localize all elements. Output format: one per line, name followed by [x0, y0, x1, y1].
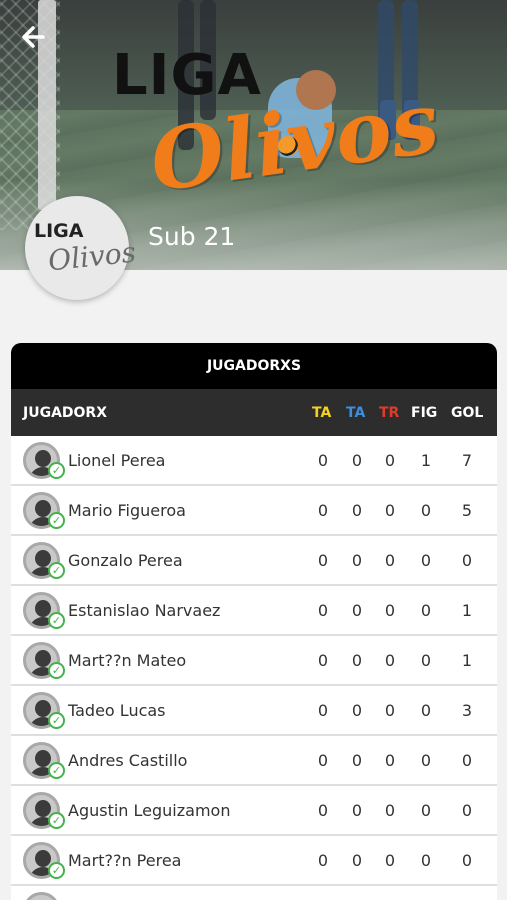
stat-value: 0 — [420, 501, 432, 520]
stat-value: 0 — [461, 851, 473, 870]
table-row[interactable]: ✓ Mart??n Perea 0 0 0 0 0 — [11, 836, 497, 886]
stat-value: 0 — [351, 501, 363, 520]
player-name: Gonzalo Perea — [68, 551, 183, 570]
stat-value: 0 — [384, 601, 396, 620]
player-name: Tadeo Lucas — [68, 701, 166, 720]
stat-value: 0 — [351, 601, 363, 620]
stat-value: 0 — [384, 701, 396, 720]
players-table: JUGADORXS JUGADORX TA TA TR FIG GOL ✓ Lio… — [11, 343, 497, 900]
avatar — [23, 892, 60, 900]
stat-value: 0 — [317, 851, 329, 870]
table-title: JUGADORXS — [11, 343, 497, 389]
stat-value: 0 — [351, 451, 363, 470]
stat-value: 0 — [384, 451, 396, 470]
stat-value: 0 — [384, 751, 396, 770]
stat-value: 0 — [351, 551, 363, 570]
table-row[interactable]: ✓ Andres Castillo 0 0 0 0 0 — [11, 736, 497, 786]
stat-value: 0 — [420, 801, 432, 820]
table-row[interactable]: ✓ Mart??n Mateo 0 0 0 0 1 — [11, 636, 497, 686]
stat-value: 0 — [384, 551, 396, 570]
check-icon: ✓ — [48, 712, 65, 729]
stat-value: 0 — [420, 551, 432, 570]
col-goals: GOL — [451, 405, 484, 421]
check-icon: ✓ — [48, 662, 65, 679]
stat-value: 1 — [461, 651, 473, 670]
stat-value: 0 — [317, 751, 329, 770]
check-icon: ✓ — [48, 862, 65, 879]
player-name: Mart??n Mateo — [68, 651, 187, 670]
table-row[interactable]: ✓ Gonzalo Perea 0 0 0 0 0 — [11, 536, 497, 586]
player-name: Lionel Perea — [68, 451, 166, 470]
stat-value: 0 — [420, 601, 432, 620]
stat-value: 0 — [317, 551, 329, 570]
stat-value: 1 — [461, 601, 473, 620]
stat-value: 0 — [351, 751, 363, 770]
table-body: ✓ Lionel Perea 0 0 0 1 7 ✓ Mario Figueroa 0 0 0 0 5 ✓ G… — [11, 436, 497, 900]
table-row[interactable]: ✓ Agustin Leguizamon 0 0 0 0 0 — [11, 786, 497, 836]
col-blue-card: TA — [346, 405, 366, 421]
table-header: JUGADORX TA TA TR FIG GOL — [11, 389, 497, 436]
stat-value: 0 — [420, 701, 432, 720]
stat-value: 0 — [461, 751, 473, 770]
stat-value: 0 — [317, 801, 329, 820]
stat-value: 0 — [384, 801, 396, 820]
stat-value: 0 — [317, 701, 329, 720]
check-icon: ✓ — [48, 512, 65, 529]
table-row[interactable]: ✓ — [11, 886, 497, 900]
col-figure: FIG — [411, 405, 438, 421]
col-player: JUGADORX — [23, 405, 107, 421]
stat-value: 0 — [317, 651, 329, 670]
stat-value: 0 — [351, 801, 363, 820]
check-icon: ✓ — [48, 612, 65, 629]
stat-value: 0 — [420, 651, 432, 670]
col-yellow-card: TA — [312, 405, 332, 421]
player-name: Mart??n Perea — [68, 851, 182, 870]
stat-value: 0 — [351, 701, 363, 720]
stat-value: 0 — [420, 851, 432, 870]
stat-value: 5 — [461, 501, 473, 520]
stat-value: 0 — [351, 651, 363, 670]
league-logo-title: LIGA — [112, 43, 262, 108]
check-icon: ✓ — [48, 762, 65, 779]
table-row[interactable]: ✓ Lionel Perea 0 0 0 1 7 — [11, 436, 497, 486]
badge-logo-top: LIGA — [34, 220, 84, 242]
table-row[interactable]: ✓ Estanislao Narvaez 0 0 0 0 1 — [11, 586, 497, 636]
stat-value: 0 — [461, 551, 473, 570]
col-red-card: TR — [379, 405, 400, 421]
stat-value: 0 — [317, 601, 329, 620]
table-row[interactable]: ✓ Tadeo Lucas 0 0 0 0 3 — [11, 686, 497, 736]
check-icon: ✓ — [48, 812, 65, 829]
stat-value: 0 — [384, 651, 396, 670]
stat-value: 0 — [461, 801, 473, 820]
table-row[interactable]: ✓ Mario Figueroa 0 0 0 0 5 — [11, 486, 497, 536]
stat-value: 3 — [461, 701, 473, 720]
stat-value: 0 — [384, 851, 396, 870]
check-icon: ✓ — [48, 562, 65, 579]
player-name: Mario Figueroa — [68, 501, 186, 520]
ball-icon — [278, 136, 298, 156]
player-name: Estanislao Narvaez — [68, 601, 221, 620]
back-arrow-icon[interactable] — [18, 22, 48, 52]
stat-value: 0 — [384, 501, 396, 520]
stat-value: 0 — [351, 851, 363, 870]
check-icon: ✓ — [48, 462, 65, 479]
stat-value: 1 — [420, 451, 432, 470]
stat-value: 7 — [461, 451, 473, 470]
player-name: Agustin Leguizamon — [68, 801, 231, 820]
stat-value: 0 — [317, 501, 329, 520]
category-label: Sub 21 — [148, 222, 236, 251]
player-name: Andres Castillo — [68, 751, 188, 770]
stat-value: 0 — [317, 451, 329, 470]
stat-value: 0 — [420, 751, 432, 770]
